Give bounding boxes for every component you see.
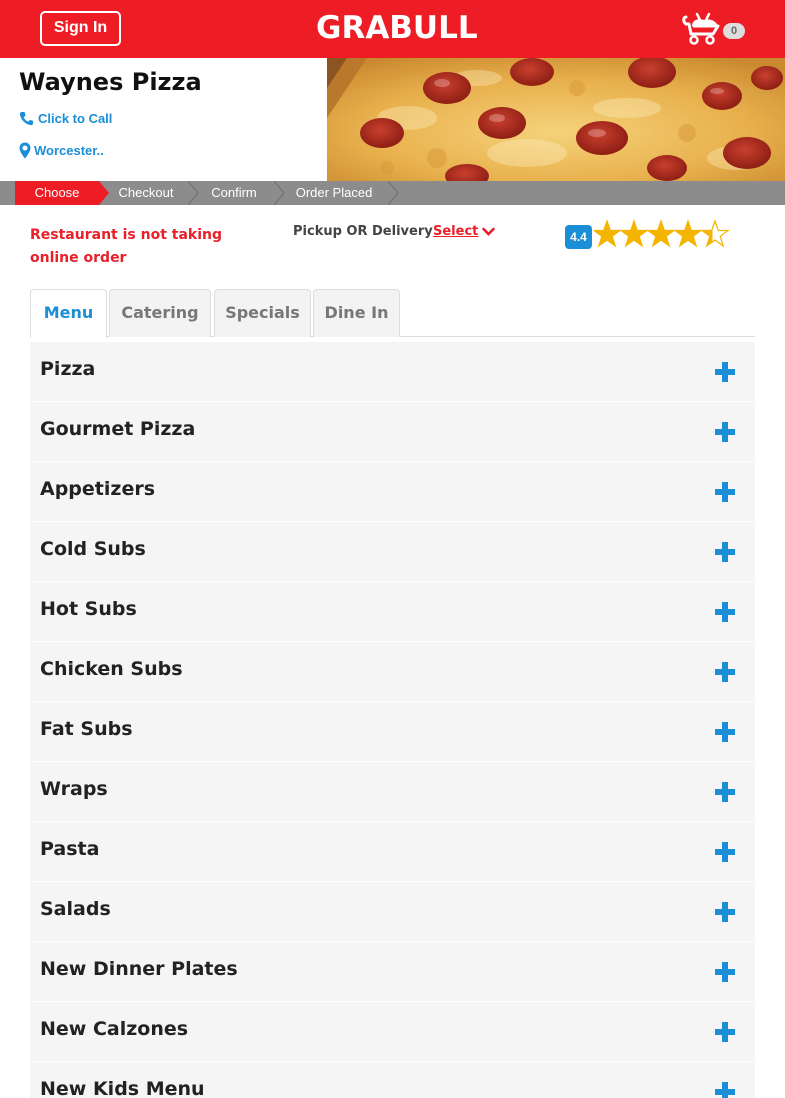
cart-count-badge: 0: [723, 23, 745, 39]
map-pin-icon: [19, 142, 31, 159]
menu-category-label: Hot Subs: [40, 598, 137, 620]
grabull-logo[interactable]: GRABULL: [316, 8, 478, 48]
ordering-status-notice: Restaurant is not taking online order: [30, 227, 222, 266]
menu-category-label: Appetizers: [40, 478, 156, 500]
menu-category-label: Chicken Subs: [40, 658, 183, 680]
menu-category-row[interactable]: New Dinner Plates: [30, 942, 755, 1002]
menu-category-label: Pizza: [40, 358, 96, 380]
restaurant-name: Waynes Pizza: [19, 68, 202, 96]
plus-icon[interactable]: [715, 662, 735, 682]
location-label: Worcester..: [34, 143, 104, 158]
menu-category-label: Fat Subs: [40, 718, 133, 740]
menu-tabs: Menu Catering Specials Dine In: [30, 289, 755, 338]
plus-icon[interactable]: [715, 782, 735, 802]
menu-category-row[interactable]: Appetizers: [30, 462, 755, 522]
step-confirm: Confirm: [211, 185, 257, 200]
menu-category-row[interactable]: Hot Subs: [30, 582, 755, 642]
cart-button[interactable]: 0: [680, 12, 750, 50]
menu-category-row[interactable]: Pasta: [30, 822, 755, 882]
chevron-down-icon: [482, 227, 496, 236]
star-icon: [646, 219, 676, 248]
tab-specials[interactable]: Specials: [214, 289, 311, 337]
plus-icon[interactable]: [715, 842, 735, 862]
menu-category-label: New Dinner Plates: [40, 958, 238, 980]
menu-category-label: Pasta: [40, 838, 100, 860]
menu-category-row[interactable]: Cold Subs: [30, 522, 755, 582]
plus-icon[interactable]: [715, 602, 735, 622]
top-bar: Sign In GRABULL 0: [0, 0, 785, 58]
plus-icon[interactable]: [715, 362, 735, 382]
plus-icon[interactable]: [715, 722, 735, 742]
menu-category-row[interactable]: Chicken Subs: [30, 642, 755, 702]
click-to-call-link[interactable]: Click to Call: [19, 111, 112, 126]
plus-icon[interactable]: [715, 1022, 735, 1042]
click-to-call-label: Click to Call: [38, 111, 113, 126]
cart-bull-icon: [682, 12, 720, 45]
star-rating: [594, 219, 730, 248]
plus-icon[interactable]: [715, 902, 735, 922]
pickup-delivery-label: Pickup OR Delivery: [293, 224, 433, 239]
plus-icon[interactable]: [715, 482, 735, 502]
menu-category-row[interactable]: New Calzones: [30, 1002, 755, 1062]
tab-menu[interactable]: Menu: [30, 289, 107, 338]
menu-category-row[interactable]: Wraps: [30, 762, 755, 822]
menu-category-row[interactable]: Pizza: [30, 342, 755, 402]
select-label: Select: [433, 224, 479, 239]
rating-badge: 4.4: [565, 225, 592, 249]
menu-category-list: Pizza Gourmet Pizza Appetizers Cold Subs Hot…: [30, 342, 755, 1098]
tab-dine-in[interactable]: Dine In: [313, 289, 400, 337]
step-arrow-icon: [388, 181, 399, 205]
tab-catering[interactable]: Catering: [109, 289, 211, 337]
pizza-hero-image: [327, 58, 785, 181]
star-icon: [619, 219, 649, 248]
order-type-select[interactable]: Select: [433, 224, 496, 239]
plus-icon[interactable]: [715, 962, 735, 982]
step-checkout: Checkout: [118, 185, 174, 200]
plus-icon[interactable]: [715, 422, 735, 442]
step-order-placed: Order Placed: [295, 185, 373, 200]
menu-category-row[interactable]: New Kids Menu: [30, 1062, 755, 1098]
plus-icon[interactable]: [715, 542, 735, 562]
plus-icon[interactable]: [715, 1082, 735, 1098]
sign-in-button[interactable]: Sign In: [40, 11, 121, 46]
menu-category-label: Gourmet Pizza: [40, 418, 196, 440]
order-progress-bar: Choose Checkout Confirm Order Placed: [0, 181, 785, 205]
location-link[interactable]: Worcester..: [19, 142, 104, 159]
star-icon: [594, 219, 622, 248]
menu-category-row[interactable]: Fat Subs: [30, 702, 755, 762]
step-choose: Choose: [15, 181, 99, 205]
menu-category-label: New Calzones: [40, 1018, 189, 1040]
star-icon: [673, 219, 703, 248]
menu-category-row[interactable]: Gourmet Pizza: [30, 402, 755, 462]
menu-category-row[interactable]: Salads: [30, 882, 755, 942]
menu-category-label: Salads: [40, 898, 111, 920]
menu-category-label: Cold Subs: [40, 538, 146, 560]
phone-icon: [19, 111, 34, 126]
half-star-icon: [700, 219, 730, 248]
menu-category-label: New Kids Menu: [40, 1078, 205, 1098]
menu-category-label: Wraps: [40, 778, 108, 800]
